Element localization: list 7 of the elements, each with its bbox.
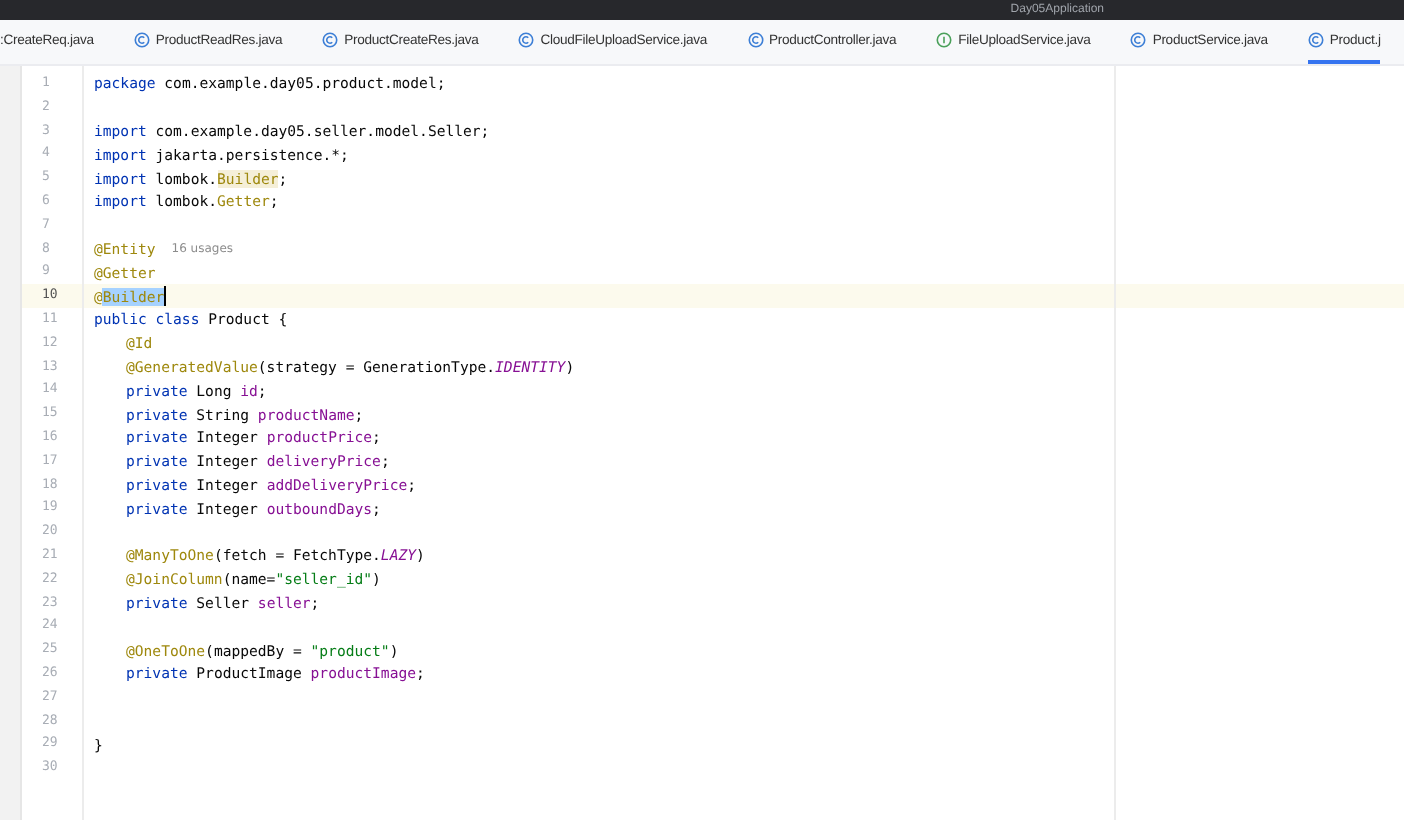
interface-icon xyxy=(936,32,953,48)
class-icon xyxy=(1130,32,1147,48)
class-icon xyxy=(322,32,339,48)
class-icon xyxy=(1307,32,1324,48)
class-icon xyxy=(518,32,535,48)
class-icon xyxy=(133,32,150,48)
class-icon xyxy=(747,32,764,48)
